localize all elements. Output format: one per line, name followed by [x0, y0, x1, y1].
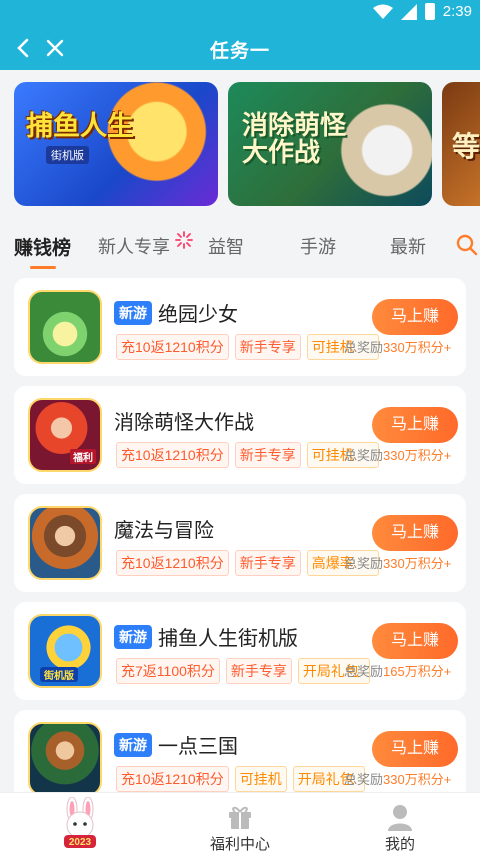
game-card[interactable]: 魔法与冒险 充10返1210积分 新手专享 高爆率 马上赚 总奖励330万积分+ — [14, 494, 466, 592]
category-tabs: 赚钱榜 新人专享 益智 手游 最新 — [0, 218, 480, 272]
banner-fishing[interactable]: 捕鱼人生 街机版 — [14, 82, 218, 206]
tag: 充10返1210积分 — [116, 334, 229, 360]
search-icon[interactable] — [456, 234, 478, 256]
game-icon — [28, 506, 102, 580]
tag: 充10返1210积分 — [116, 550, 229, 576]
game-icon — [28, 290, 102, 364]
battery-icon — [424, 3, 435, 20]
status-time: 2:39 — [442, 3, 472, 20]
earn-now-button[interactable]: 马上赚 — [372, 515, 458, 551]
nav-label: 福利中心 — [209, 836, 270, 853]
game-icon — [28, 722, 102, 792]
banner-title: 捕鱼人生 — [26, 111, 134, 141]
rabbit-2023-icon: 2023 — [64, 797, 96, 848]
game-card[interactable]: 街机版 新游 捕鱼人生街机版 充7返1100积分 新手专享 开局礼包 马上赚 总… — [14, 602, 466, 700]
tag: 新手专享 — [225, 658, 292, 684]
game-name: 一点三国 — [158, 736, 238, 758]
new-game-badge: 新游 — [114, 300, 152, 325]
nav-mine[interactable]: 我的 — [320, 793, 480, 853]
banner-carousel: 捕鱼人生 街机版 消除萌怪大作战 等 — [0, 70, 480, 218]
total-reward: 总奖励165万积分+ — [344, 664, 452, 679]
tag: 新手专享 — [234, 550, 301, 576]
game-card[interactable]: 新游 一点三国 充10返1210积分 可挂机 开局礼包 马上赚 总奖励330万积… — [14, 710, 466, 792]
banner-eliminate[interactable]: 消除萌怪大作战 — [228, 82, 432, 206]
game-icon: 街机版 — [28, 614, 102, 688]
banner-title: 等 — [452, 131, 480, 162]
tab-newcomer[interactable]: 新人专享 — [98, 233, 170, 259]
tab-puzzle[interactable]: 益智 — [208, 233, 244, 259]
icon-label: 福利 — [70, 449, 96, 464]
banner-subtitle: 街机版 — [46, 146, 89, 164]
status-bar: 2:39 — [0, 0, 480, 26]
wifi-icon — [372, 4, 393, 19]
banner-title: 消除萌怪大作战 — [242, 110, 347, 168]
total-reward: 总奖励330万积分+ — [344, 340, 452, 355]
game-name: 捕鱼人生街机版 — [158, 628, 298, 650]
tag: 充7返1100积分 — [116, 658, 220, 684]
tag: 新手专享 — [234, 442, 301, 468]
tab-mobile-games[interactable]: 手游 — [300, 233, 336, 259]
earn-now-button[interactable]: 马上赚 — [372, 623, 458, 659]
sparkle-icon — [175, 231, 193, 249]
new-game-badge: 新游 — [114, 624, 152, 649]
new-game-badge: 新游 — [114, 732, 152, 757]
earn-now-button[interactable]: 马上赚 — [372, 407, 458, 443]
tag: 充10返1210积分 — [116, 766, 229, 792]
game-name: 绝园少女 — [158, 304, 238, 326]
top-bar: 任务一 — [0, 26, 480, 70]
game-list: 新游 绝园少女 充10返1210积分 新手专享 可挂机 马上赚 总奖励330万积… — [0, 272, 480, 792]
game-name: 魔法与冒险 — [114, 520, 214, 542]
icon-label: 街机版 — [40, 667, 78, 682]
game-name: 消除萌怪大作战 — [114, 412, 254, 434]
total-reward: 总奖励330万积分+ — [344, 556, 452, 571]
tag: 新手专享 — [234, 334, 301, 360]
game-icon: 福利 — [28, 398, 102, 472]
bottom-nav: 2023 福利中心 我的 — [0, 792, 480, 853]
game-card[interactable]: 新游 绝园少女 充10返1210积分 新手专享 可挂机 马上赚 总奖励330万积… — [14, 278, 466, 376]
game-card[interactable]: 福利 消除萌怪大作战 充10返1210积分 新手专享 可挂机 马上赚 总奖励33… — [14, 386, 466, 484]
page-title: 任务一 — [209, 41, 270, 62]
home-badge-text: 2023 — [69, 837, 92, 848]
tag: 充10返1210积分 — [116, 442, 229, 468]
total-reward: 总奖励330万积分+ — [344, 772, 452, 787]
nav-home[interactable]: 2023 — [0, 793, 160, 853]
total-reward: 总奖励330万积分+ — [344, 448, 452, 463]
gift-icon — [229, 806, 251, 829]
tab-latest[interactable]: 最新 — [390, 233, 426, 259]
nav-welfare-center[interactable]: 福利中心 — [160, 793, 320, 853]
earn-now-button[interactable]: 马上赚 — [372, 299, 458, 335]
tag: 可挂机 — [234, 766, 287, 792]
nav-label: 我的 — [384, 836, 415, 853]
tab-earning-rank[interactable]: 赚钱榜 — [14, 233, 71, 260]
user-icon — [388, 805, 412, 831]
signal-icon — [400, 3, 417, 20]
banner-partial[interactable]: 等 — [442, 82, 480, 206]
earn-now-button[interactable]: 马上赚 — [372, 731, 458, 767]
